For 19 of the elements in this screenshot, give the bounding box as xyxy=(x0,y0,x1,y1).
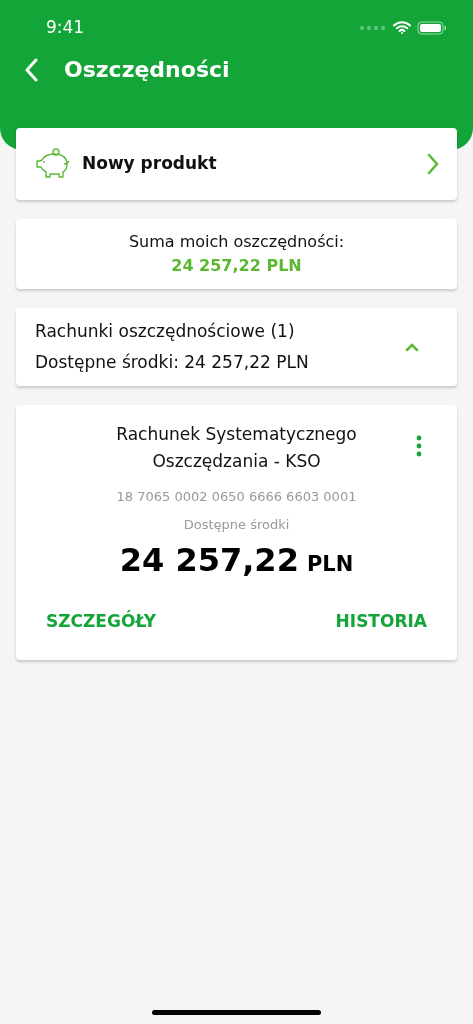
section-title: Rachunki oszczędnościowe (1) xyxy=(35,319,296,343)
page-title: Oszczędności xyxy=(64,56,230,84)
status-time: 9:41 xyxy=(46,15,85,39)
accounts-section-header[interactable]: Rachunki oszczędnościowe (1) Dostępne środki: 24 257,22 PLN xyxy=(16,308,457,386)
balance-amount: 24 257,22 xyxy=(119,540,299,581)
summary-label: Suma moich oszczędności: xyxy=(128,231,345,253)
balance-label: Dostępne środki xyxy=(183,515,290,534)
battery-icon xyxy=(417,20,447,35)
account-number: 18 7065 0002 0650 6666 6603 0001 xyxy=(116,488,357,506)
signal-icon xyxy=(359,24,387,31)
summary-amount: 24 257,22 PLN xyxy=(171,255,302,277)
section-subtitle: Dostępne środki: 24 257,22 PLN xyxy=(35,351,309,374)
account-name: Rachunek Systematycznego Oszczędzania - KSO xyxy=(115,423,358,473)
balance-currency: PLN xyxy=(306,551,354,578)
piggy-bank-icon xyxy=(34,148,72,180)
more-options-button[interactable] xyxy=(415,435,423,457)
chevron-right-icon xyxy=(427,153,439,175)
wifi-icon xyxy=(393,21,411,34)
new-product-button[interactable]: Nowy produkt xyxy=(16,128,457,200)
